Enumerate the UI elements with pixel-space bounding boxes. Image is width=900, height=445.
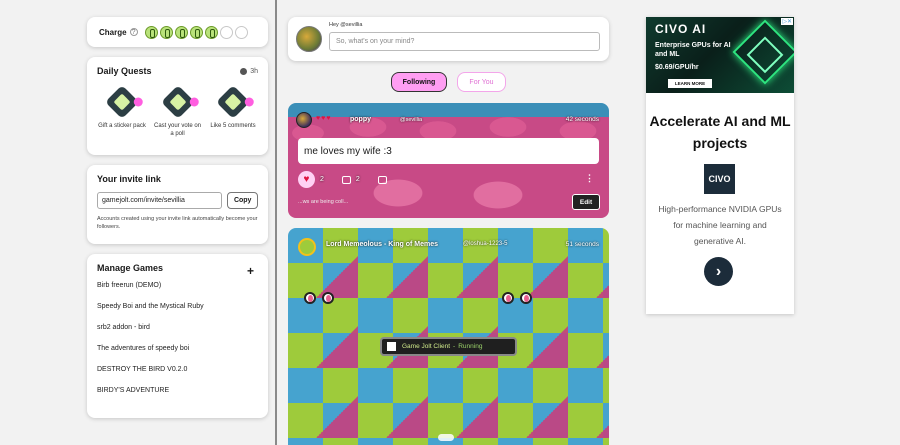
game-item[interactable]: srb2 addon - bird xyxy=(97,322,258,343)
client-status: Running xyxy=(458,343,483,350)
comment-quest-icon xyxy=(216,85,254,119)
invite-link-card: Your invite link gamejolt.com/invite/sev… xyxy=(87,165,268,244)
client-label: Game Jolt Client xyxy=(402,343,451,350)
adchoices-icon[interactable]: ▷✕ xyxy=(781,18,793,25)
comment-icon[interactable] xyxy=(341,175,351,184)
invite-title: Your invite link xyxy=(97,174,161,184)
quest-like-comments[interactable]: Like 5 comments xyxy=(208,85,258,138)
post-author-name[interactable]: poppy xyxy=(350,116,371,123)
post-actions: ♥ 2 2 xyxy=(298,171,387,188)
civo-logo-icon: CIVO xyxy=(704,164,735,194)
manage-games-card: Manage Games + Birb freerun (DEMO) Speed… xyxy=(87,254,268,418)
charge-orb-icon xyxy=(189,25,203,39)
learn-more-button[interactable]: LEARN MORE xyxy=(668,79,712,88)
game-item[interactable]: Birb freerun (DEMO) xyxy=(97,280,258,301)
sticker-icon[interactable] xyxy=(377,175,387,184)
ad-brand: CIVO AI xyxy=(655,22,707,36)
post-body: me loves my wife :3 xyxy=(298,138,599,164)
game-item[interactable]: Speedy Boi and the Mystical Ruby xyxy=(97,301,258,322)
post-caption: ...ws are being coll... xyxy=(298,199,349,205)
charge-orb-icon xyxy=(174,25,188,39)
ad-banner[interactable]: CIVO AI Enterprise GPUs for AI and ML $0… xyxy=(646,17,794,93)
add-game-icon[interactable]: + xyxy=(247,264,254,278)
client-running-badge: Game Jolt Client - Running xyxy=(380,337,517,356)
feed-post: Lord Memeolous - King of Memes @loshua-1… xyxy=(288,228,609,445)
post-composer: Hey @sevillia So, what's on your mind? xyxy=(288,17,609,61)
heart-badges-icon: ♥♥♥ xyxy=(316,115,332,122)
quest-label: Gift a sticker pack xyxy=(98,123,146,129)
pattern-face-icon xyxy=(502,292,534,306)
quest-cast-vote[interactable]: Cast your vote on a poll xyxy=(153,85,203,138)
game-jolt-icon xyxy=(387,342,396,351)
post-author-name[interactable]: Lord Memeolous - King of Memes xyxy=(326,241,438,248)
carousel-dots[interactable] xyxy=(438,434,454,441)
post-timestamp: 42 seconds xyxy=(565,116,599,123)
poll-quest-icon xyxy=(160,85,199,119)
avatar[interactable] xyxy=(296,26,322,52)
ad-title: Accelerate AI and ML projects xyxy=(649,113,791,151)
quest-label: Like 5 comments xyxy=(210,123,256,129)
column-divider xyxy=(275,0,277,445)
game-item[interactable]: BIRDY'S ADVENTURE xyxy=(97,385,258,406)
daily-quests-card: Daily Quests 3h Gift a sticker pack Cast… xyxy=(87,57,268,155)
quest-gift-sticker[interactable]: Gift a sticker pack xyxy=(97,85,147,138)
composer-greeting: Hey @sevillia xyxy=(329,22,363,28)
quest-label: Cast your vote on a poll xyxy=(153,123,202,137)
post-author-handle[interactable]: @loshua-1223-5 xyxy=(463,241,507,247)
avatar[interactable] xyxy=(296,112,312,128)
game-item[interactable]: The adventures of speedy boi xyxy=(97,343,258,364)
post-input[interactable]: So, what's on your mind? xyxy=(329,32,600,51)
post-author-handle[interactable]: @sevillia xyxy=(400,117,422,123)
edit-button[interactable]: Edit xyxy=(572,194,600,210)
like-heart-icon[interactable]: ♥ xyxy=(298,171,315,188)
help-icon[interactable]: ? xyxy=(129,28,138,36)
pattern-face-icon xyxy=(304,292,336,306)
charge-orb-empty-icon xyxy=(234,25,248,39)
quests-title: Daily Quests xyxy=(97,66,152,76)
manage-games-title: Manage Games xyxy=(97,263,164,273)
quests-timer: 3h xyxy=(240,68,258,75)
game-item[interactable]: DESTROY THE BIRD V0.2.0 xyxy=(97,364,258,385)
charge-orb-icon xyxy=(204,25,218,39)
ad-price: $0.69/GPU/hr xyxy=(655,64,699,71)
charge-label: Charge xyxy=(99,27,127,37)
feed-post: ♥♥♥ poppy @sevillia 42 seconds me loves … xyxy=(288,103,609,218)
sticker-quest-icon xyxy=(105,85,143,119)
gpu-chip-icon xyxy=(732,19,794,85)
arrow-right-icon[interactable]: › xyxy=(704,257,733,286)
tab-for-you[interactable]: For You xyxy=(457,72,506,92)
charge-orb-icon xyxy=(144,25,158,39)
comment-count: 2 xyxy=(355,176,360,183)
charge-orbs xyxy=(144,25,248,39)
charge-orb-empty-icon xyxy=(219,25,233,39)
clock-icon xyxy=(240,68,248,75)
avatar[interactable] xyxy=(298,238,316,256)
charge-card: Charge ? xyxy=(87,17,268,47)
advertisement[interactable]: CIVO AI Enterprise GPUs for AI and ML $0… xyxy=(646,17,794,314)
charge-orb-icon xyxy=(159,25,173,39)
ad-description: High-performance NVIDIA GPUs for machine… xyxy=(658,204,782,246)
post-header: ♥♥♥ poppy @sevillia 42 seconds xyxy=(288,103,609,133)
invite-link-field[interactable]: gamejolt.com/invite/sevillia xyxy=(97,192,223,209)
game-list: Birb freerun (DEMO) Speedy Boi and the M… xyxy=(97,280,258,406)
ad-headline: Enterprise GPUs for AI and ML xyxy=(655,42,731,58)
quests-timer-text: 3h xyxy=(250,68,258,75)
more-options-icon[interactable]: ⋮ xyxy=(585,173,594,184)
invite-note: Accounts created using your invite link … xyxy=(97,216,258,230)
like-count: 2 xyxy=(320,176,324,183)
post-timestamp: 51 seconds xyxy=(565,241,599,248)
copy-button[interactable]: Copy xyxy=(227,192,258,209)
tab-following[interactable]: Following xyxy=(391,72,447,92)
client-separator: - xyxy=(453,343,456,350)
